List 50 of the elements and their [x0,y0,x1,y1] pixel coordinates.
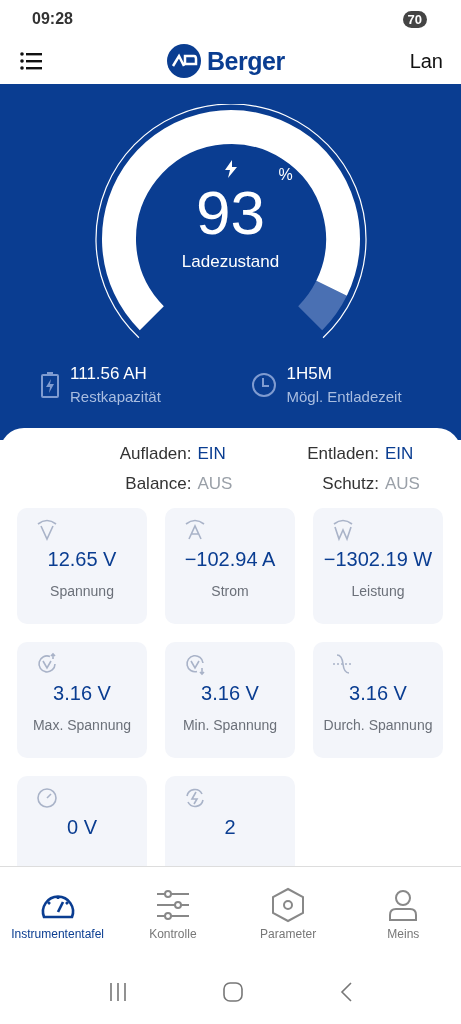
charge-value: 93 [196,180,265,246]
logo-icon [167,44,201,78]
metric-label: Strom [211,583,249,599]
dial-icon [35,786,59,810]
battery-level: 70 [402,10,427,28]
nav-tab[interactable]: Meins [345,886,461,941]
gauge-label: Ladezustand [181,252,280,272]
status-label: Entladen: [307,444,379,464]
metric-label: Leistung [351,583,405,599]
clock-time: 09:28 [32,10,73,28]
watt-icon [331,518,355,542]
metric-label: Spannung [50,583,114,599]
summary-label: Restkapazität [70,388,161,405]
metric-label: Max. Spannung [32,717,132,733]
metric-label: Durch. Spannung [323,717,433,733]
brand-name: Berger [207,46,285,76]
metric-value: 2 [224,816,236,839]
nav-tab[interactable]: Kontrolle [115,886,231,941]
metric-label: Min. Spannung [182,717,278,733]
home-icon[interactable] [223,982,244,1002]
summary-value: 1H5M [286,364,333,384]
back-icon[interactable] [339,982,354,1002]
battery-icon [40,370,60,399]
status-label: Aufladen: [119,444,192,464]
clock-icon [250,371,277,398]
lightning-icon [223,160,238,178]
status-label: Balance: [125,474,192,494]
metric-value: −1302.19 W [323,548,433,571]
summary-value: 111.56 AH [70,364,148,384]
summary-label: Mögl. Entladezeit [286,388,402,405]
metric-value: 3.16 V [53,682,111,705]
metric-value: 3.16 V [201,682,259,705]
menu-icon[interactable] [20,52,42,70]
nav-tab[interactable]: Parameter [230,886,346,941]
metric-value: −102.94 A [184,548,276,571]
cycle-icon [183,786,207,810]
percent-unit: % [278,166,293,184]
volt-icon [35,518,59,542]
status-value: EIN [385,444,415,464]
voltage-down-icon [183,652,207,676]
ampere-icon [183,518,207,542]
language-button[interactable]: Lan [409,49,443,73]
metric-value: 12.65 V [47,548,117,571]
metric-value: 0 V [67,816,97,839]
status-value: EIN [197,444,227,464]
recent-apps-icon[interactable] [107,983,128,1001]
voltage-up-icon [35,652,59,676]
nav-tab[interactable]: Instrumententafel [0,886,116,941]
status-label: Schutz: [322,474,379,494]
metric-value: 3.16 V [349,682,407,705]
